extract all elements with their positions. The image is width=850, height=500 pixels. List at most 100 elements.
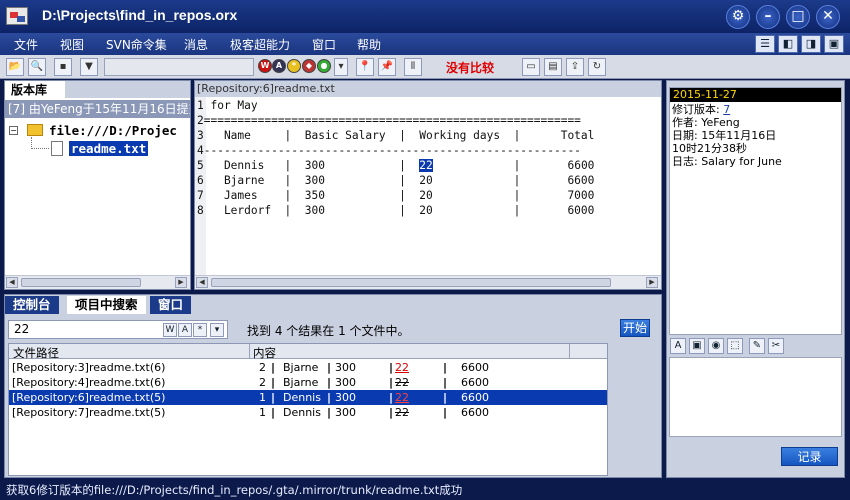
cell-separator: | bbox=[389, 406, 394, 419]
table-row[interactable]: [Repository:3]readme.txt(6) 2 Bjarne 300 22 6… bbox=[9, 360, 607, 375]
compare-icon[interactable]: ⫴ bbox=[404, 58, 422, 76]
scroll-right-icon[interactable]: ▶ bbox=[646, 277, 658, 288]
diff-icon[interactable]: ▭ bbox=[522, 58, 540, 76]
scroll-left-icon[interactable]: ◀ bbox=[6, 277, 18, 288]
refresh-icon[interactable]: ↻ bbox=[588, 58, 606, 76]
scroll-right-icon[interactable]: ▶ bbox=[175, 277, 187, 288]
code-line: 6 Bjarne | 300 | 20 | 6600 bbox=[197, 174, 595, 187]
note-editor[interactable] bbox=[669, 357, 842, 437]
scroll-thumb[interactable] bbox=[211, 278, 611, 287]
result-summary: 找到 4 个结果在 1 个文件中。 bbox=[247, 324, 410, 338]
result-line: 2 bbox=[259, 376, 266, 389]
table-row[interactable]: [Repository:4]readme.txt(6) 2 Bjarne 300 22 6… bbox=[9, 375, 607, 390]
case-match-icon[interactable]: A bbox=[178, 323, 192, 337]
word-match-icon[interactable]: W bbox=[163, 323, 177, 337]
case-match-icon[interactable]: A bbox=[272, 59, 286, 73]
attachment-icon[interactable]: ✂ bbox=[768, 338, 784, 354]
code-line: 8 Lerdorf | 300 | 20 | 6000 bbox=[197, 204, 595, 217]
save-icon[interactable]: ▪ bbox=[54, 58, 72, 76]
tab-project-search[interactable]: 项目中搜索 bbox=[67, 296, 146, 314]
menu-view[interactable]: 视图 bbox=[60, 36, 84, 53]
revision-link[interactable]: 7 bbox=[723, 103, 730, 116]
result-path: [Repository:4]readme.txt(6) bbox=[12, 376, 166, 389]
font-icon[interactable]: A bbox=[670, 338, 686, 354]
result-name: Bjarne bbox=[283, 361, 319, 374]
word-match-icon[interactable]: W bbox=[258, 59, 272, 73]
menu-file[interactable]: 文件 bbox=[14, 36, 38, 53]
result-total: 6600 bbox=[461, 361, 489, 374]
tree-line bbox=[31, 148, 49, 149]
result-line: 2 bbox=[259, 361, 266, 374]
settings-icon[interactable]: ⚙ bbox=[726, 5, 750, 29]
revision-time: 10时21分38秒 bbox=[672, 142, 747, 155]
search-input[interactable]: 22 W A * ▾ bbox=[8, 320, 228, 339]
dock-right-icon[interactable]: ◨ bbox=[801, 35, 821, 53]
menu-window[interactable]: 窗口 bbox=[312, 36, 336, 53]
pin-icon[interactable]: 📍 bbox=[356, 58, 374, 76]
dock-left-icon[interactable]: ◧ bbox=[778, 35, 798, 53]
minimize-button[interactable]: – bbox=[756, 5, 780, 29]
search-repo-icon[interactable]: 🔍 bbox=[28, 58, 46, 76]
pen-icon[interactable]: ✎ bbox=[749, 338, 765, 354]
cell-separator: | bbox=[327, 376, 332, 389]
export-icon[interactable]: ⇪ bbox=[566, 58, 584, 76]
menu-svn[interactable]: SVN命令集 bbox=[106, 36, 167, 53]
dropdown-arrow-icon[interactable]: ▾ bbox=[334, 58, 348, 76]
result-path: [Repository:3]readme.txt(6) bbox=[12, 361, 166, 374]
title-bar: D:\Projects\find_in_repos.orx ⚙ – □ ✕ bbox=[0, 0, 850, 33]
commit-info: [7] 由YeFeng于15年11月16日提交 bbox=[5, 100, 190, 118]
tab-console[interactable]: 控制台 bbox=[5, 296, 59, 314]
regex-icon[interactable]: * bbox=[193, 323, 207, 337]
column-file-path[interactable]: 文件路径 bbox=[13, 345, 59, 361]
close-button[interactable]: ✕ bbox=[816, 5, 840, 29]
results-header: 文件路径 内容 bbox=[9, 344, 607, 361]
close-panel-icon[interactable]: ▣ bbox=[824, 35, 844, 53]
column-divider[interactable] bbox=[569, 344, 570, 358]
tree-root[interactable]: file:///D:/Projec bbox=[49, 123, 177, 138]
cell-separator: | bbox=[443, 391, 448, 404]
result-name: Dennis bbox=[283, 406, 321, 419]
pin-remove-icon[interactable]: 📌 bbox=[378, 58, 396, 76]
start-button[interactable]: 开始 bbox=[620, 319, 650, 337]
cell-separator: | bbox=[271, 406, 276, 419]
code-line-5-prefix: 5 Dennis | 300 | bbox=[197, 159, 420, 172]
maximize-button[interactable]: □ bbox=[786, 5, 810, 29]
tab-window[interactable]: 窗口 bbox=[150, 296, 192, 314]
cell-separator: | bbox=[327, 391, 332, 404]
cell-separator: | bbox=[327, 361, 332, 374]
revision-date: 2015-11-27 bbox=[670, 88, 841, 102]
result-path: [Repository:7]readme.txt(5) bbox=[12, 406, 166, 419]
camera-icon[interactable]: ◉ bbox=[708, 338, 724, 354]
dropdown-arrow-icon[interactable]: ▾ bbox=[210, 323, 224, 337]
image-icon[interactable]: ▣ bbox=[689, 338, 705, 354]
column-divider[interactable] bbox=[249, 344, 250, 358]
open-folder-icon[interactable]: 📂 bbox=[6, 58, 24, 76]
column-content[interactable]: 内容 bbox=[253, 345, 276, 361]
regex-icon[interactable]: * bbox=[287, 59, 301, 73]
menu-help[interactable]: 帮助 bbox=[357, 36, 381, 53]
highlight-icon[interactable]: ● bbox=[317, 59, 331, 73]
menu-geek-powers[interactable]: 极客超能力 bbox=[230, 36, 290, 53]
scroll-thumb[interactable] bbox=[21, 278, 141, 287]
menu-messages[interactable]: 消息 bbox=[184, 36, 208, 53]
tree-file[interactable]: readme.txt bbox=[69, 141, 149, 156]
tree-collapse-icon[interactable]: − bbox=[9, 126, 18, 135]
table-row[interactable]: [Repository:6]readme.txt(5) 1 Dennis 300 22 6… bbox=[9, 390, 607, 405]
repository-tab[interactable]: 版本库 bbox=[5, 81, 65, 98]
cell-separator: | bbox=[389, 391, 394, 404]
print-icon[interactable]: ▤ bbox=[544, 58, 562, 76]
screenshot-icon[interactable]: ⬚ bbox=[727, 338, 743, 354]
table-row[interactable]: [Repository:7]readme.txt(5) 1 Dennis 300 22 6… bbox=[9, 405, 607, 420]
scroll-left-icon[interactable]: ◀ bbox=[196, 277, 208, 288]
layout-icon[interactable]: ☰ bbox=[755, 35, 775, 53]
horizontal-scrollbar[interactable]: ◀ ▶ bbox=[5, 275, 190, 289]
toolbar-combo[interactable] bbox=[104, 58, 254, 76]
bookmark-icon[interactable]: ◆ bbox=[302, 59, 316, 73]
filter-icon[interactable]: ▼ bbox=[80, 58, 98, 76]
revision-info: 2015-11-27 修订版本: 7 作者: YeFeng 日期: 15年11月… bbox=[669, 87, 842, 335]
result-name: Dennis bbox=[283, 391, 321, 404]
horizontal-scrollbar[interactable]: ◀ ▶ bbox=[195, 275, 661, 289]
record-button[interactable]: 记录 bbox=[781, 447, 838, 466]
cell-separator: | bbox=[327, 406, 332, 419]
code-line: 1 for May bbox=[197, 99, 258, 112]
